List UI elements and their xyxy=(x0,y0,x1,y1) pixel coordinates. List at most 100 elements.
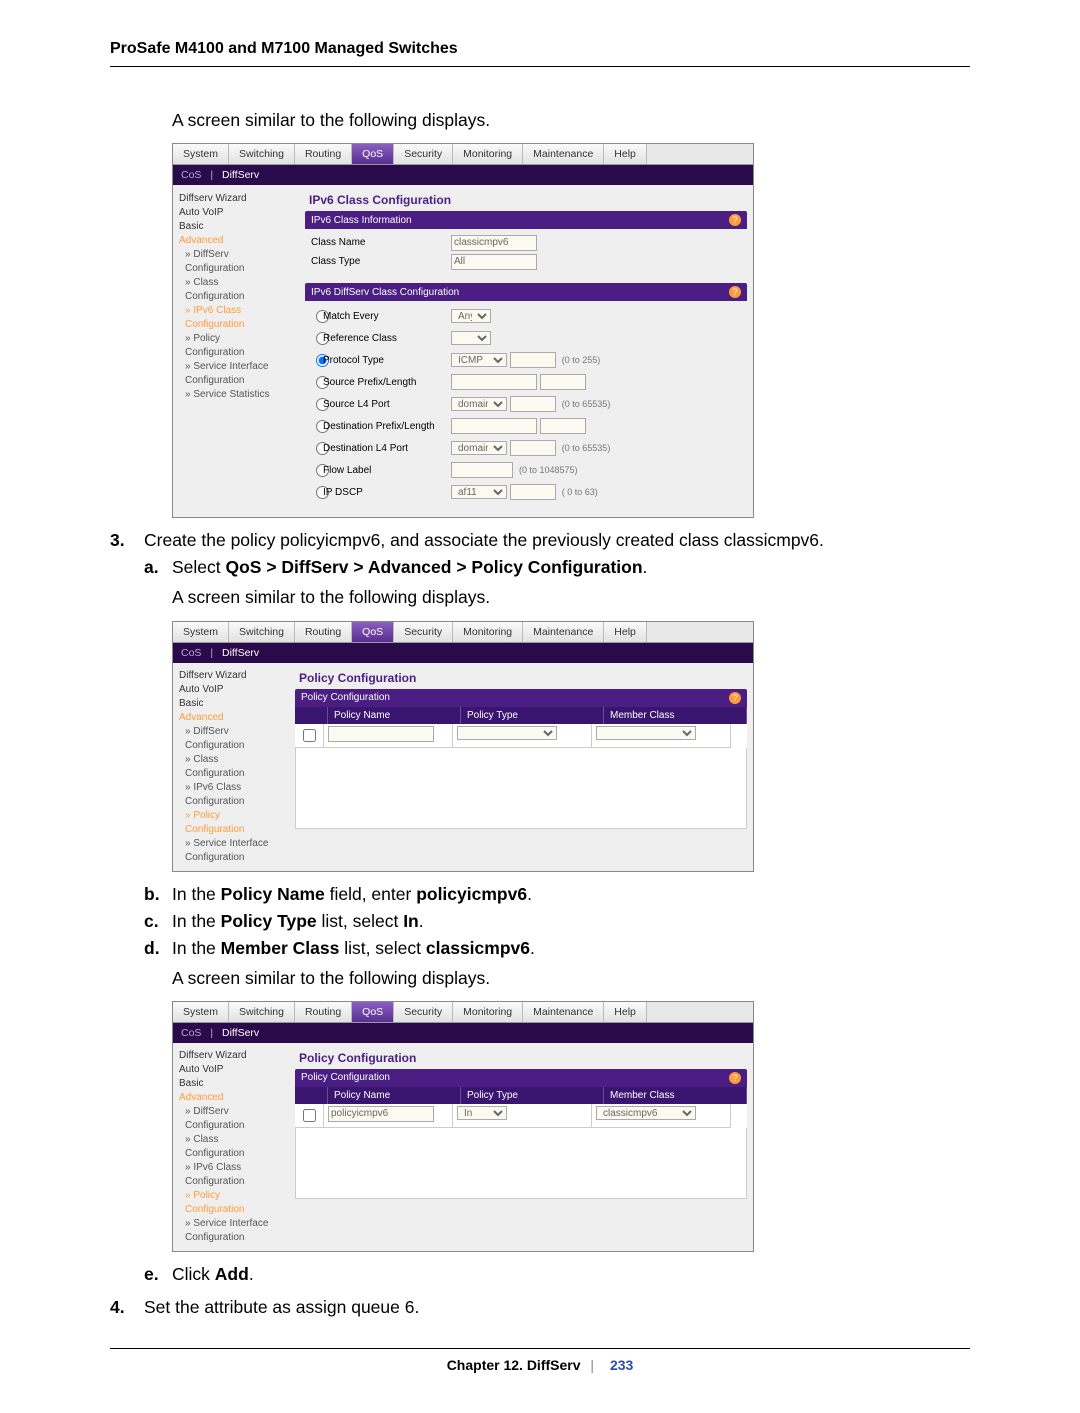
input-ip-dscp[interactable] xyxy=(510,484,556,500)
nav-item[interactable]: » Service Interface xyxy=(179,1217,291,1231)
row-checkbox[interactable] xyxy=(303,1109,316,1122)
nav-item[interactable]: » DiffServ xyxy=(179,725,291,739)
tab-help[interactable]: Help xyxy=(604,1002,647,1022)
nav-policy[interactable]: » Policy xyxy=(179,331,301,345)
step-3c-text: In the Policy Type list, select In. xyxy=(172,911,970,932)
subtab-cos[interactable]: CoS xyxy=(181,169,201,181)
input-src-len[interactable] xyxy=(540,374,586,390)
select-src-l4[interactable]: domain xyxy=(451,397,507,411)
input-policy-name[interactable] xyxy=(328,1106,434,1122)
input-src-l4[interactable] xyxy=(510,396,556,412)
tab-security[interactable]: Security xyxy=(394,622,453,642)
tab-help[interactable]: Help xyxy=(604,144,647,164)
help-icon[interactable]: ? xyxy=(729,286,741,298)
input-dst-prefix[interactable] xyxy=(451,418,537,434)
nav-basic[interactable]: Basic xyxy=(179,219,301,233)
subtab-diffserv[interactable]: DiffServ xyxy=(222,169,259,181)
hint-src-l4: (0 to 65535) xyxy=(562,399,611,409)
nav-item[interactable]: » Class xyxy=(179,753,291,767)
nav-policy[interactable]: » Policy xyxy=(179,1189,291,1203)
tab-help[interactable]: Help xyxy=(604,622,647,642)
select-ip-dscp[interactable]: af11 xyxy=(451,485,507,499)
nav-svc-if[interactable]: » Service Interface xyxy=(179,359,301,373)
nav-item[interactable]: » Class xyxy=(179,1133,291,1147)
nav-item[interactable]: Auto VoIP xyxy=(179,1063,291,1077)
select-ref-class[interactable] xyxy=(451,331,491,345)
tab-monitoring[interactable]: Monitoring xyxy=(453,1002,523,1022)
panel-title: IPv6 Class Configuration xyxy=(309,193,747,207)
nav-item: Configuration xyxy=(179,1119,291,1133)
select-member-class[interactable] xyxy=(596,726,696,740)
input-dst-l4[interactable] xyxy=(510,440,556,456)
tab-maintenance[interactable]: Maintenance xyxy=(523,622,604,642)
select-member-class[interactable]: classicmpv6 xyxy=(596,1106,696,1120)
input-proto-num[interactable] xyxy=(510,352,556,368)
tab-routing[interactable]: Routing xyxy=(295,622,352,642)
input-flow-label[interactable] xyxy=(451,462,513,478)
tab-routing[interactable]: Routing xyxy=(295,144,352,164)
tab-qos[interactable]: QoS xyxy=(352,622,394,642)
nav-item[interactable]: Basic xyxy=(179,697,291,711)
sidebar: Diffserv Wizard Auto VoIP Basic Advanced… xyxy=(173,1043,295,1251)
select-dst-l4[interactable]: domain xyxy=(451,441,507,455)
select-match-every[interactable]: Any xyxy=(451,309,491,323)
table-row[interactable] xyxy=(295,724,747,748)
nav-item[interactable]: Basic xyxy=(179,1077,291,1091)
select-proto-type[interactable]: ICMP xyxy=(451,353,507,367)
select-policy-type[interactable] xyxy=(457,726,557,740)
col-policy-type: Policy Type xyxy=(461,1087,604,1104)
nav-item[interactable]: » IPv6 Class xyxy=(179,781,291,795)
input-dst-len[interactable] xyxy=(540,418,586,434)
nav-policy[interactable]: » Policy xyxy=(179,809,291,823)
nav-ipv6-class[interactable]: » IPv6 Class xyxy=(179,303,301,317)
tab-system[interactable]: System xyxy=(173,1002,229,1022)
input-src-prefix[interactable] xyxy=(451,374,537,390)
tab-switching[interactable]: Switching xyxy=(229,144,295,164)
nav-auto-voip[interactable]: Auto VoIP xyxy=(179,205,301,219)
input-policy-name[interactable] xyxy=(328,726,434,742)
nav-advanced[interactable]: Advanced xyxy=(179,233,301,247)
table-row[interactable]: In classicmpv6 xyxy=(295,1104,747,1128)
tab-routing[interactable]: Routing xyxy=(295,1002,352,1022)
tab-monitoring[interactable]: Monitoring xyxy=(453,622,523,642)
nav-class[interactable]: » Class xyxy=(179,275,301,289)
nav-item[interactable]: » DiffServ xyxy=(179,1105,291,1119)
tab-monitoring[interactable]: Monitoring xyxy=(453,144,523,164)
nav-diffserv[interactable]: » DiffServ xyxy=(179,247,301,261)
step-3d-text: In the Member Class list, select classic… xyxy=(172,938,970,959)
nav-item[interactable]: Diffserv Wizard xyxy=(179,1049,291,1063)
tab-switching[interactable]: Switching xyxy=(229,1002,295,1022)
nav-advanced[interactable]: Advanced xyxy=(179,1091,291,1105)
subtab-diffserv[interactable]: DiffServ xyxy=(222,1027,259,1039)
panel-title: Policy Configuration xyxy=(299,1051,747,1065)
help-icon[interactable]: ? xyxy=(729,214,741,226)
subtab-diffserv[interactable]: DiffServ xyxy=(222,647,259,659)
label-class-name: Class Name xyxy=(311,237,451,248)
subtab-cos[interactable]: CoS xyxy=(181,1027,201,1039)
row-checkbox[interactable] xyxy=(303,729,316,742)
tab-switching[interactable]: Switching xyxy=(229,622,295,642)
help-icon[interactable]: ? xyxy=(729,1072,741,1084)
nav-item[interactable]: Diffserv Wizard xyxy=(179,669,291,683)
nav-svc-stats[interactable]: » Service Statistics xyxy=(179,387,301,401)
tab-system[interactable]: System xyxy=(173,144,229,164)
tab-system[interactable]: System xyxy=(173,622,229,642)
select-policy-type[interactable]: In xyxy=(457,1106,507,1120)
subtab-bar: CoS | DiffServ xyxy=(173,165,753,185)
tab-security[interactable]: Security xyxy=(394,1002,453,1022)
nav-item[interactable]: Auto VoIP xyxy=(179,683,291,697)
col-member-class: Member Class xyxy=(604,707,747,724)
intro-text-2: A screen similar to the following displa… xyxy=(172,584,970,610)
tab-security[interactable]: Security xyxy=(394,144,453,164)
nav-advanced[interactable]: Advanced xyxy=(179,711,291,725)
label-flow-label: Flow Label xyxy=(323,465,451,476)
nav-item[interactable]: » Service Interface xyxy=(179,837,291,851)
subtab-cos[interactable]: CoS xyxy=(181,647,201,659)
nav-item[interactable]: » IPv6 Class xyxy=(179,1161,291,1175)
tab-maintenance[interactable]: Maintenance xyxy=(523,144,604,164)
nav-diffserv-wizard[interactable]: Diffserv Wizard xyxy=(179,191,301,205)
tab-qos[interactable]: QoS xyxy=(352,144,394,164)
tab-maintenance[interactable]: Maintenance xyxy=(523,1002,604,1022)
help-icon[interactable]: ? xyxy=(729,692,741,704)
tab-qos[interactable]: QoS xyxy=(352,1002,394,1022)
